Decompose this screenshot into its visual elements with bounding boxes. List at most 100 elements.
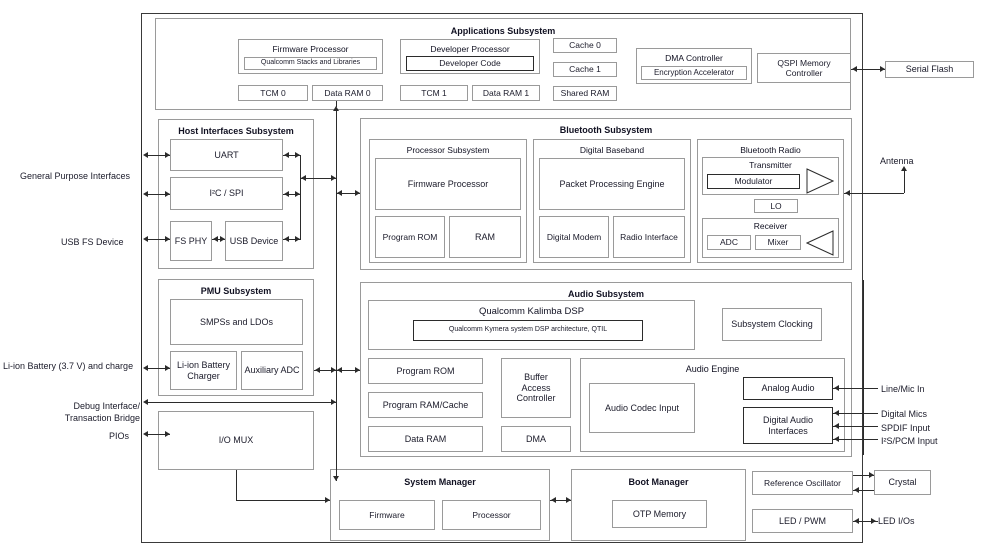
label-digital-mics: Digital Mics [881, 409, 928, 419]
smps-and-ldos: SMPSs and LDOs [170, 299, 303, 345]
arrow-debug-out [143, 399, 148, 405]
host-internal-bus [300, 155, 301, 239]
app-firmware-processor-title: Firmware Processor [272, 44, 349, 54]
label-li-ion-battery: Li-ion Battery (3.7 V) and charge [3, 361, 134, 371]
arrow-crystal-in [869, 472, 874, 478]
bluetooth-radio-title: Bluetooth Radio [740, 145, 801, 155]
arrow-digital-mics-in [834, 410, 839, 416]
crystal: Crystal [874, 470, 931, 495]
serial-flash: Serial Flash [885, 61, 974, 78]
arrow-antenna-up [901, 166, 907, 171]
data-ram-0: Data RAM 0 [312, 85, 383, 101]
conn-iomux-sysmgr-h [236, 500, 330, 501]
audio-data-ram: Data RAM [368, 426, 483, 452]
bt-processor-subsystem-title: Processor Subsystem [406, 145, 490, 155]
digital-audio-interfaces-label: Digital Audio Interfaces [762, 414, 814, 436]
arrow-ledpwm-in [854, 518, 859, 524]
conn-antenna-vert [904, 170, 905, 193]
tcm-1: TCM 1 [400, 85, 468, 101]
arrow-bus-audio-right [355, 367, 360, 373]
arrow-pmu-right [331, 367, 336, 373]
label-debug-interface-text: Debug Interface/ Transaction Bridge [64, 401, 140, 423]
audio-subsystem-title: Audio Subsystem [567, 289, 644, 299]
led-pwm: LED / PWM [752, 509, 853, 533]
bt-program-rom: Program ROM [375, 216, 445, 258]
conn-digitalmics [833, 413, 878, 414]
arrow-qspi-in [852, 66, 857, 72]
conn-linemic-analog [833, 388, 878, 389]
data-ram-1: Data RAM 1 [472, 85, 540, 101]
arrow-usbdevice-in [220, 236, 225, 242]
kymera-architecture: Qualcomm Kymera system DSP architecture,… [413, 320, 643, 341]
audio-engine-title: Audio Engine [685, 364, 740, 374]
arrow-bus-audio-left [337, 367, 342, 373]
qspi-memory-controller-label: QSPI Memory Controller [777, 57, 831, 78]
arrow-fsphy-in2 [165, 236, 170, 242]
label-usb-fs-device: USB FS Device [61, 237, 124, 247]
arrow-gpi-i2c-in [165, 191, 170, 197]
conn-appsub-down [336, 101, 337, 107]
packet-processing-engine: Packet Processing Engine [539, 158, 685, 210]
label-debug-interface: Debug Interface/ Transaction Bridge [44, 390, 140, 424]
li-ion-battery-charger: Li-ion Battery Charger [170, 351, 237, 390]
reference-oscillator: Reference Oscillator [752, 471, 853, 495]
arrow-i2cspi-out [295, 191, 300, 197]
bluetooth-subsystem-title: Bluetooth Subsystem [559, 125, 653, 135]
otp-memory: OTP Memory [612, 500, 707, 528]
arrow-charger-in [165, 365, 170, 371]
conn-iomux-sysmgr-v [236, 470, 237, 500]
arrow-i2spcm-in [834, 436, 839, 442]
arrow-i2cspi-in [284, 191, 289, 197]
qualcomm-stacks-and-libraries: Qualcomm Stacks and Libraries [244, 57, 377, 70]
label-spdif-input: SPDIF Input [881, 423, 931, 433]
qualcomm-kalimba-dsp-title: Qualcomm Kalimba DSP [478, 306, 585, 317]
buffer-access-controller-label: Buffer Access Controller [516, 372, 556, 404]
io-mux: I/O MUX [158, 411, 314, 470]
radio-interface: Radio Interface [613, 216, 685, 258]
system-manager-processor: Processor [442, 500, 541, 530]
arrow-sysmgr-left-in [325, 497, 330, 503]
i2c-spi: I²C / SPI [170, 177, 283, 210]
audio-program-rom: Program ROM [368, 358, 483, 384]
pmu-subsystem-title: PMU Subsystem [200, 286, 272, 296]
arrow-bus-bt-left [337, 190, 342, 196]
bt-ram: RAM [449, 216, 521, 258]
arrow-uart-in [284, 152, 289, 158]
arrow-usbdev-out [295, 236, 300, 242]
adc: ADC [707, 235, 751, 250]
arrow-fsphy-in [213, 236, 218, 242]
label-line-mic-in: Line/Mic In [881, 384, 925, 394]
qspi-memory-controller: QSPI Memory Controller [757, 53, 851, 83]
audio-dma: DMA [501, 426, 571, 452]
arrow-ledios-out [871, 518, 876, 524]
subsystem-clocking: Subsystem Clocking [722, 308, 822, 341]
encryption-accelerator: Encryption Accelerator [641, 66, 747, 80]
arrow-battery-out [143, 365, 148, 371]
usb-device: USB Device [225, 221, 283, 261]
system-manager-title: System Manager [404, 477, 476, 487]
transmit-amplifier-icon [806, 168, 834, 194]
boot-manager-title: Boot Manager [628, 477, 689, 487]
li-ion-battery-charger-label: Li-ion Battery Charger [176, 359, 231, 381]
arrow-gpi-uart-in [165, 152, 170, 158]
applications-subsystem-title: Applications Subsystem [450, 26, 556, 36]
receive-amplifier-icon [806, 230, 834, 256]
tcm-0: TCM 0 [238, 85, 308, 101]
auxiliary-adc: Auxiliary ADC [241, 351, 303, 390]
conn-btradio-antenna [844, 193, 904, 194]
audio-codec-input: Audio Codec Input [589, 383, 695, 433]
host-interfaces-subsystem-title: Host Interfaces Subsystem [178, 126, 294, 136]
arrow-bootmgr-in [566, 497, 571, 503]
mixer: Mixer [755, 235, 801, 250]
system-manager-firmware: Firmware [339, 500, 435, 530]
label-i2s-pcm-input: I²S/PCM Input [881, 436, 938, 446]
left-pin-rail [141, 130, 142, 450]
label-led-ios: LED I/Os [878, 516, 915, 526]
conn-i2spcm [833, 439, 878, 440]
uart: UART [170, 139, 283, 171]
developer-code: Developer Code [406, 56, 534, 71]
block-diagram-canvas: Applications Subsystem Firmware Processo… [0, 0, 985, 551]
label-general-purpose-interfaces: General Purpose Interfaces [20, 171, 131, 181]
label-antenna: Antenna [880, 156, 914, 166]
digital-baseband-title: Digital Baseband [579, 145, 645, 155]
